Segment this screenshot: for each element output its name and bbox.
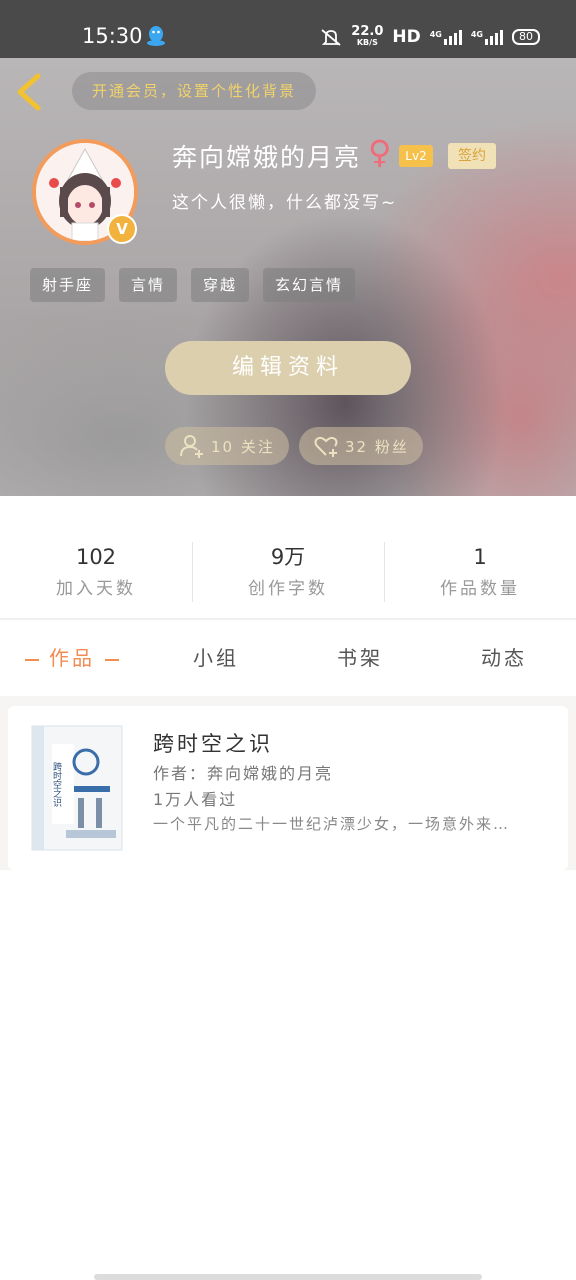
speed-value: 22.0: [351, 24, 384, 39]
signed-badge: 签约: [448, 143, 496, 169]
book-author: 作者：奔向嫦娥的月亮: [153, 764, 334, 783]
stats-row: 102 加入天数 9万 创作字数 1 作品数量: [0, 542, 576, 604]
status-icons: 22.0 KB/S HD 4G 4G 80: [320, 24, 540, 48]
tag-item[interactable]: 言情: [119, 268, 178, 302]
stat-value: 1: [473, 545, 487, 569]
followers-count: 32 粉丝: [345, 437, 409, 456]
tag-item[interactable]: 穿越: [191, 268, 250, 302]
signal-1-label: 4G: [429, 29, 442, 39]
hd-indicator: HD: [392, 27, 421, 47]
home-indicator: [94, 1274, 482, 1280]
tab-label: 书架: [337, 646, 383, 670]
profile-tabs: 作品 小组 书架 动态: [0, 620, 576, 696]
status-time: 15:30: [82, 24, 143, 48]
network-speed: 22.0 KB/S: [351, 24, 384, 48]
level-badge: Lv2: [399, 145, 433, 167]
book-views: 1万人看过: [153, 790, 238, 809]
profile-header: 开通会员，设置个性化背景 V 奔向嫦娥的月亮 ♀ Lv2 签约 这个人很懒，什么…: [0, 58, 576, 496]
signal-2: 4G: [470, 29, 503, 45]
tab-label: 动态: [481, 646, 527, 670]
female-icon: ♀: [368, 133, 392, 171]
book-cover-image: 跨时空之识: [26, 722, 126, 854]
tab-activity[interactable]: 动态: [432, 620, 576, 696]
work-card[interactable]: 跨时空之识 跨时空之识 作者：奔向嫦娥的月亮 1万人看过 一个平凡的二十一世纪泸…: [8, 706, 568, 870]
followers-button[interactable]: 32 粉丝: [299, 427, 423, 465]
book-title: 跨时空之识: [153, 732, 273, 756]
signal-1: 4G: [429, 29, 462, 45]
mute-icon: [321, 29, 341, 46]
tab-label: 小组: [193, 646, 239, 670]
stat-value: 9万: [270, 545, 306, 569]
stat-word-count[interactable]: 9万 创作字数: [192, 542, 384, 604]
cover-title: 跨时空之识: [51, 762, 62, 808]
tab-active-dash-left: [25, 658, 39, 661]
speed-unit: KB/S: [356, 38, 378, 47]
verified-badge: V: [107, 214, 137, 244]
qq-icon: [147, 26, 165, 46]
book-description: 一个平凡的二十一世纪泸漂少女，一场意外来…: [153, 815, 511, 833]
tab-works[interactable]: 作品: [0, 620, 144, 696]
tab-label: 作品: [49, 646, 95, 670]
tab-active-dash-right: [105, 658, 119, 661]
battery-icon: 80: [512, 29, 540, 45]
stat-value: 102: [75, 545, 117, 569]
edit-profile-button[interactable]: 编辑资料: [165, 341, 411, 395]
tab-bookshelf[interactable]: 书架: [288, 620, 432, 696]
add-user-icon: [180, 435, 203, 458]
tab-groups[interactable]: 小组: [144, 620, 288, 696]
tag-item[interactable]: 玄幻言情: [263, 268, 356, 302]
following-count: 10 关注: [211, 437, 275, 456]
vip-background-prompt[interactable]: 开通会员，设置个性化背景: [72, 72, 316, 110]
following-button[interactable]: 10 关注: [165, 427, 289, 465]
tag-item[interactable]: 射手座: [30, 268, 106, 302]
back-arrow-icon[interactable]: [14, 72, 46, 112]
stat-label: 加入天数: [56, 579, 136, 599]
heart-add-icon: [314, 436, 338, 457]
signal-2-label: 4G: [470, 29, 483, 39]
status-bar: 15:30 22.0 KB/S HD 4G 4G 80: [0, 0, 576, 58]
stat-label: 创作字数: [248, 579, 328, 599]
stat-label: 作品数量: [440, 579, 520, 599]
bio-text: 这个人很懒，什么都没写~: [172, 193, 398, 213]
stat-works-count[interactable]: 1 作品数量: [384, 542, 576, 604]
stat-days-joined[interactable]: 102 加入天数: [0, 542, 192, 604]
username: 奔向嫦娥的月亮: [172, 143, 362, 172]
tag-list: 射手座 言情 穿越 玄幻言情: [30, 268, 356, 302]
